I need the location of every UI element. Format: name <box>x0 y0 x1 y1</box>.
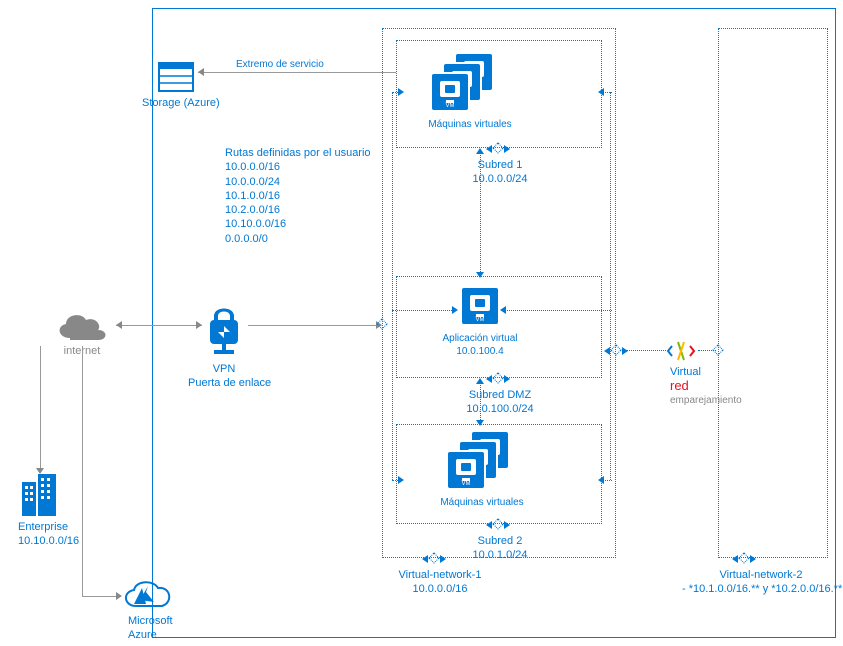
storage-icon <box>158 62 194 92</box>
udr-route: 10.1.0.0/16 <box>225 190 280 202</box>
arrow-icon <box>504 375 510 383</box>
arrow-icon <box>476 378 484 384</box>
arrow-icon <box>476 272 484 278</box>
storage-label: Storage (Azure) <box>142 96 220 110</box>
internet-enterprise-connector <box>40 346 41 472</box>
arrow-icon <box>422 555 428 563</box>
udr-route: 10.0.0.0/24 <box>225 176 280 188</box>
subnet1-label: Subred 110.0.0.0/24 <box>455 158 545 187</box>
udr-route: 10.2.0.0/16 <box>225 204 280 216</box>
arrow-icon <box>36 468 44 474</box>
subnet1-vm-stack: VM <box>430 52 500 112</box>
connector <box>480 380 481 424</box>
subnet2-vm-label: Máquinas virtuales <box>432 496 532 509</box>
udr-route: 10.0.0.0/16 <box>225 161 280 173</box>
vnet2-label: Virtual-network-2- *10.1.0.0/16.** y *10… <box>682 568 840 597</box>
vpn-vnet-connector <box>248 325 378 326</box>
enterprise-building-icon <box>20 474 60 518</box>
arrow-icon <box>398 476 404 484</box>
arrow-icon <box>486 375 492 383</box>
arrow-icon <box>116 592 122 600</box>
internet-azure-connector-h <box>82 596 118 597</box>
connector <box>504 310 612 311</box>
azure-cloud-icon <box>120 578 174 612</box>
connector <box>480 150 481 276</box>
arrow-icon <box>732 555 738 563</box>
nva-label: Aplicación virtual10.0.100.4 <box>435 332 525 358</box>
udr-block: Rutas definidas por el usuario 10.0.0.0/… <box>225 146 371 246</box>
peering-icon <box>666 336 696 366</box>
peering-label: Virtual red emparejamiento <box>670 366 742 406</box>
vnet2-box <box>718 28 828 558</box>
internet-vpn-connector <box>116 325 202 326</box>
subnet2-vm-stack: VM <box>446 430 516 490</box>
internet-azure-connector-v <box>82 346 83 596</box>
arrow-icon <box>504 145 510 153</box>
vpn-label: VPNPuerta de enlace <box>188 362 260 391</box>
arrow-icon <box>452 306 458 314</box>
connector <box>392 310 454 311</box>
arrow-icon <box>500 306 506 314</box>
vpn-gateway-icon <box>204 302 244 358</box>
azure-label: MicrosoftAzure <box>128 614 173 643</box>
arrow-icon <box>116 321 122 329</box>
nva-vm: VM <box>460 286 500 326</box>
arrow-icon <box>750 555 756 563</box>
arrow-icon <box>476 148 484 154</box>
enterprise-label: Enterprise10.10.0.0/16 <box>18 520 79 549</box>
arrow-icon <box>598 476 604 484</box>
arrow-icon <box>598 88 604 96</box>
service-endpoint-label: Extremo de servicio <box>236 58 324 71</box>
connector <box>610 92 611 480</box>
peering-connector <box>626 350 666 351</box>
vnet1-label: Virtual-network-110.0.0.0/16 <box>390 568 490 597</box>
internet-cloud-icon <box>52 308 112 344</box>
arrow-icon <box>604 347 610 355</box>
arrow-icon <box>198 68 204 76</box>
arrow-icon <box>196 321 202 329</box>
subnet1-vm-label: Máquinas virtuales <box>420 118 520 131</box>
arrow-icon <box>486 145 492 153</box>
arrow-icon <box>476 420 484 426</box>
arrow-icon <box>398 88 404 96</box>
connector <box>392 92 393 480</box>
subnet2-label: Subred 210.0.1.0/24 <box>455 534 545 563</box>
udr-title: Rutas definidas por el usuario <box>225 147 371 159</box>
arrow-icon <box>504 521 510 529</box>
dmz-subnet-label: Subred DMZ10.0.100.0/24 <box>455 388 545 417</box>
udr-route: 0.0.0.0/0 <box>225 233 268 245</box>
arrow-icon <box>440 555 446 563</box>
arrow-icon <box>622 347 628 355</box>
udr-route: 10.10.0.0/16 <box>225 218 286 230</box>
service-endpoint-connector <box>198 72 396 73</box>
arrow-icon <box>486 521 492 529</box>
